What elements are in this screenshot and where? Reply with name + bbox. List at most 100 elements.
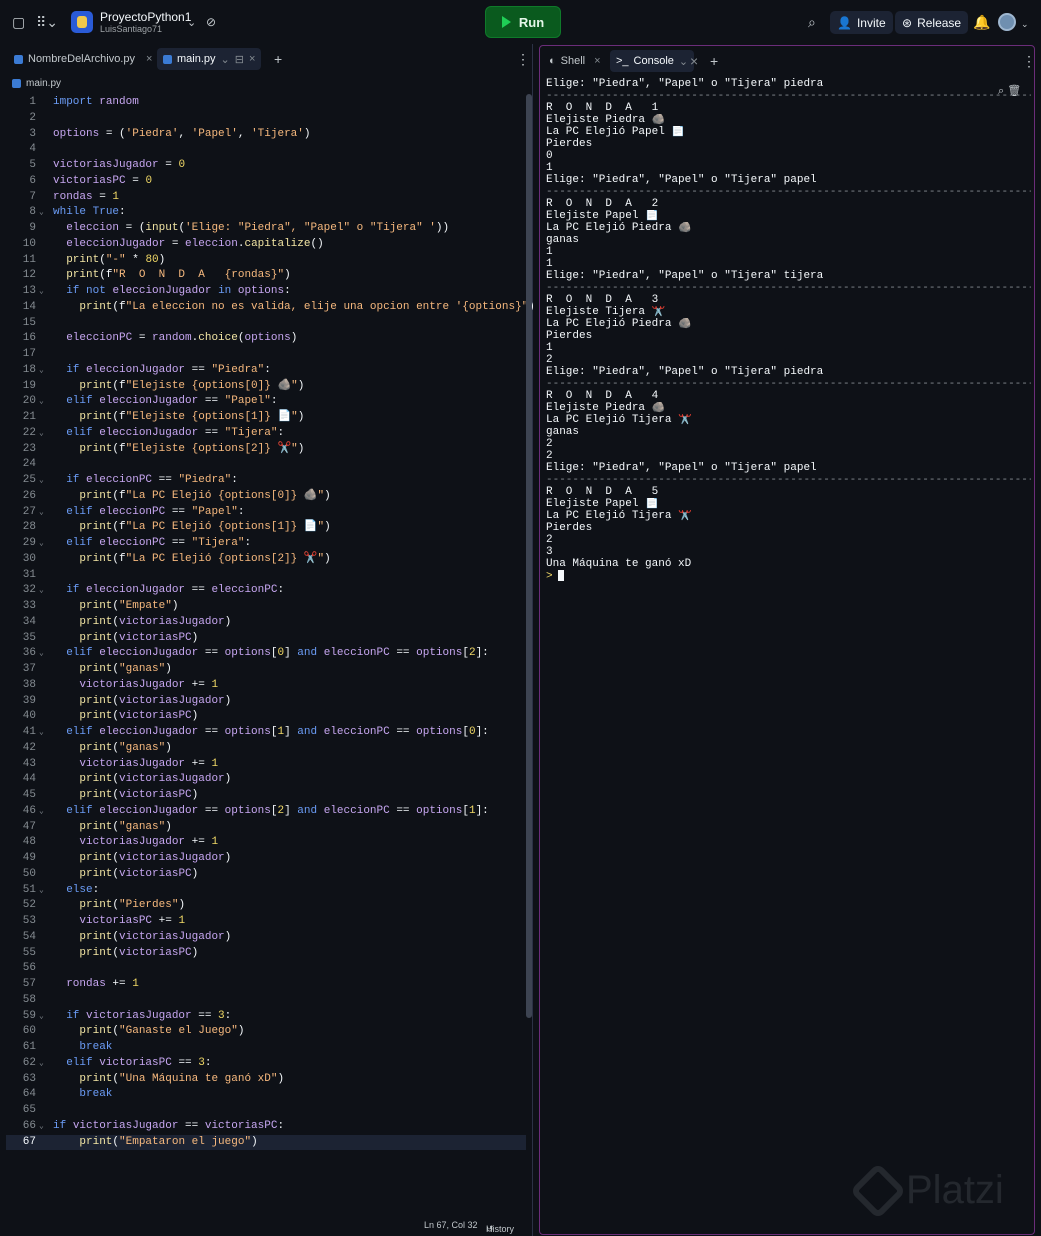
invite-button[interactable]: 👤 Invite [830, 11, 893, 34]
code-line[interactable]: 40 print(victoriasPC) [6, 709, 526, 725]
code-line[interactable]: 9 eleccion = (input('Elige: "Piedra", "P… [6, 221, 526, 237]
code-line[interactable]: 10 eleccionJugador = eleccion.capitalize… [6, 237, 526, 253]
fold-chevron-icon[interactable]: ⌄ [39, 426, 44, 442]
code-line[interactable]: 24 [6, 457, 526, 473]
code-line[interactable]: 53 victoriasPC += 1 [6, 914, 526, 930]
tab-nombredelarchivo[interactable]: NombreDelArchivo.py × [8, 48, 158, 70]
code-line[interactable]: 48 victoriasJugador += 1 [6, 835, 526, 851]
more-options-icon[interactable]: ⋮ [516, 51, 530, 67]
code-line[interactable]: 66 ⌄ if victoriasJugador == victoriasPC: [6, 1119, 526, 1135]
fold-chevron-icon[interactable]: ⌄ [39, 883, 44, 899]
code-line[interactable]: 2 [6, 111, 526, 127]
code-line[interactable]: 20 ⌄ elif eleccionJugador == "Papel": [6, 394, 526, 410]
code-line[interactable]: 11 print("-" * 80) [6, 253, 526, 269]
code-line[interactable]: 23 print(f"Elejiste {options[2]} ✂️") [6, 442, 526, 458]
code-line[interactable]: 6 victoriasPC = 0 [6, 174, 526, 190]
code-line[interactable]: 21 print(f"Elejiste {options[1]} 📄") [6, 410, 526, 426]
code-line[interactable]: 31 [6, 568, 526, 584]
code-line[interactable]: 39 print(victoriasJugador) [6, 694, 526, 710]
run-button[interactable]: Run [485, 6, 561, 38]
code-line[interactable]: 51 ⌄ else: [6, 883, 526, 899]
close-icon[interactable]: × [690, 53, 698, 69]
add-tab-icon[interactable]: + [710, 53, 718, 69]
code-line[interactable]: 3 options = ('Piedra', 'Papel', 'Tijera') [6, 127, 526, 143]
chevron-down-icon[interactable]: ⌄ [221, 53, 230, 66]
console-prompt[interactable]: > [546, 570, 1031, 582]
split-view-icon[interactable]: ⊟ [235, 53, 244, 66]
code-line[interactable]: 27 ⌄ elif eleccionPC == "Papel": [6, 505, 526, 521]
code-line[interactable]: 38 victoriasJugador += 1 [6, 678, 526, 694]
code-line[interactable]: 1 import random [6, 95, 526, 111]
code-line[interactable]: 67 print("Empataron el juego") [6, 1134, 526, 1151]
code-line[interactable]: 33 print("Empate") [6, 599, 526, 615]
code-line[interactable]: 43 victoriasJugador += 1 [6, 757, 526, 773]
code-line[interactable]: 7 rondas = 1 [6, 190, 526, 206]
bell-icon[interactable]: 🔔 [973, 14, 990, 30]
code-line[interactable]: 5 victoriasJugador = 0 [6, 158, 526, 174]
add-tab-icon[interactable]: + [274, 51, 282, 67]
fold-chevron-icon[interactable]: ⌄ [39, 646, 44, 662]
code-line[interactable]: 17 [6, 347, 526, 363]
code-line[interactable]: 25 ⌄ if eleccionPC == "Piedra": [6, 473, 526, 489]
code-line[interactable]: 12 print(f"R O N D A {rondas}") [6, 268, 526, 284]
breadcrumb-file[interactable]: main.py [26, 78, 61, 89]
project-name[interactable]: ProyectoPython1 [100, 10, 191, 24]
code-line[interactable]: 13 ⌄ if not eleccionJugador in options: [6, 284, 526, 300]
close-icon[interactable]: × [594, 55, 600, 67]
code-line[interactable]: 47 print("ganas") [6, 820, 526, 836]
tab-console[interactable]: >_ Console ⌄ [610, 50, 695, 72]
fold-chevron-icon[interactable]: ⌄ [39, 804, 44, 820]
code-line[interactable]: 58 [6, 993, 526, 1009]
code-line[interactable]: 36 ⌄ elif eleccionJugador == options[0] a… [6, 646, 526, 662]
sidebar-toggle-icon[interactable]: ▢ [12, 14, 25, 30]
code-line[interactable]: 61 break [6, 1040, 526, 1056]
tab-main-py[interactable]: main.py ⌄ ⊟ × [157, 48, 262, 70]
code-line[interactable]: 55 print(victoriasPC) [6, 946, 526, 962]
search-icon[interactable]: ⌕ [808, 14, 816, 30]
code-line[interactable]: 41 ⌄ elif eleccionJugador == options[1] a… [6, 725, 526, 741]
code-line[interactable]: 63 print("Una Máquina te ganó xD") [6, 1072, 526, 1088]
code-line[interactable]: 45 print(victoriasPC) [6, 788, 526, 804]
fold-chevron-icon[interactable]: ⌄ [39, 583, 44, 599]
code-line[interactable]: 56 [6, 961, 526, 977]
code-line[interactable]: 42 print("ganas") [6, 741, 526, 757]
code-line[interactable]: 30 print(f"La PC Elejió {options[2]} ✂️"… [6, 552, 526, 568]
chevron-down-icon[interactable]: ⌄ [679, 55, 688, 68]
close-icon[interactable]: × [146, 53, 152, 65]
close-icon[interactable]: × [249, 53, 255, 65]
code-line[interactable]: 50 print(victoriasPC) [6, 867, 526, 883]
code-line[interactable]: 19 print(f"Elejiste {options[0]} 🪨") [6, 379, 526, 395]
code-line[interactable]: 29 ⌄ elif eleccionPC == "Tijera": [6, 536, 526, 552]
fold-chevron-icon[interactable]: ⌄ [39, 205, 44, 221]
code-line[interactable]: 49 print(victoriasJugador) [6, 851, 526, 867]
code-line[interactable]: 28 print(f"La PC Elejió {options[1]} 📄") [6, 520, 526, 536]
code-line[interactable]: 64 break [6, 1087, 526, 1103]
code-editor[interactable]: 1 import random 2 3 options = ('Piedra', 'Pa… [6, 95, 535, 1155]
cursor-position[interactable]: Ln 67, Col 32 [424, 1220, 478, 1230]
fold-chevron-icon[interactable]: ⌄ [39, 1056, 44, 1072]
code-line[interactable]: 32 ⌄ if eleccionJugador == eleccionPC: [6, 583, 526, 599]
fold-chevron-icon[interactable]: ⌄ [39, 536, 44, 552]
workspace-menu-icon[interactable]: ⠿⌄ [36, 14, 58, 30]
fold-chevron-icon[interactable]: ⌄ [39, 1119, 44, 1135]
code-line[interactable]: 8 ⌄ while True: [6, 205, 526, 221]
code-line[interactable]: 22 ⌄ elif eleccionJugador == "Tijera": [6, 426, 526, 442]
fold-chevron-icon[interactable]: ⌄ [39, 394, 44, 410]
tab-shell[interactable]: ◐ Shell × [543, 50, 607, 72]
code-line[interactable]: 54 print(victoriasJugador) [6, 930, 526, 946]
code-line[interactable]: 18 ⌄ if eleccionJugador == "Piedra": [6, 363, 526, 379]
fold-chevron-icon[interactable]: ⌄ [39, 284, 44, 300]
code-line[interactable]: 15 [6, 316, 526, 332]
code-line[interactable]: 35 print(victoriasPC) [6, 631, 526, 647]
console-output[interactable]: Elige: "Piedra", "Papel" o "Tijera" pied… [546, 78, 1031, 582]
code-line[interactable]: 4 [6, 142, 526, 158]
release-button[interactable]: ⊛ Release [895, 11, 969, 34]
chevron-down-icon[interactable]: ⌄ [1021, 16, 1029, 32]
fold-chevron-icon[interactable]: ⌄ [39, 1009, 44, 1025]
code-line[interactable]: 46 ⌄ elif eleccionJugador == options[2] a… [6, 804, 526, 820]
code-line[interactable]: 59 ⌄ if victoriasJugador == 3: [6, 1009, 526, 1025]
code-line[interactable]: 34 print(victoriasJugador) [6, 615, 526, 631]
code-line[interactable]: 14 print(f"La eleccion no es valida, eli… [6, 300, 535, 316]
editor-scrollbar[interactable] [526, 94, 532, 1018]
code-line[interactable]: 26 print(f"La PC Elejió {options[0]} 🪨") [6, 489, 526, 505]
